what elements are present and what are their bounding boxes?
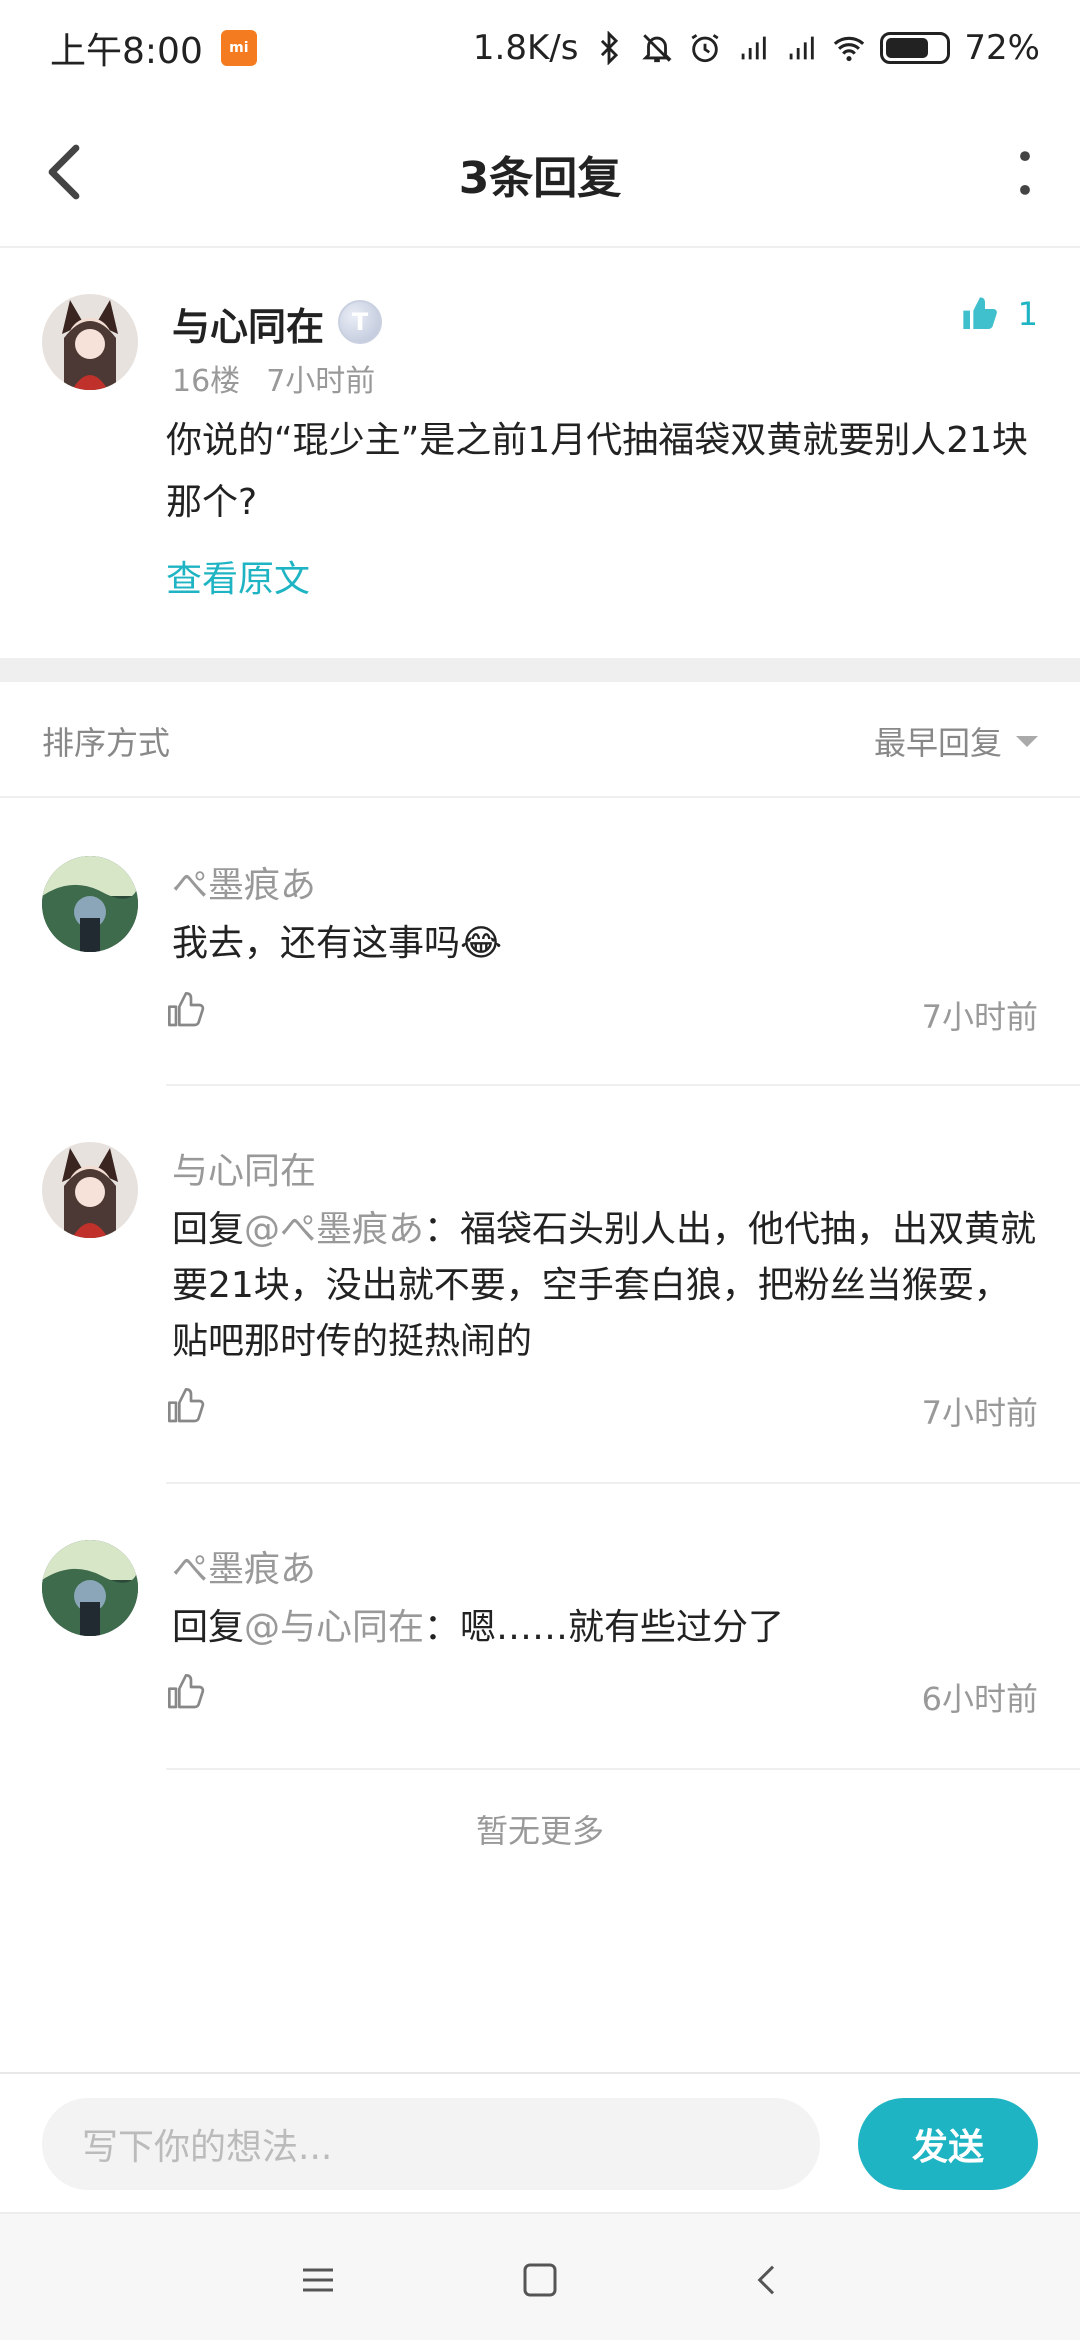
reply-author[interactable]: 与心同在 (172, 1142, 316, 1194)
reply-item: 与心同在 回复@ぺ墨痕あ：福袋石头别人出，他代抽，出双黄就要21块，没出就不要，… (0, 1086, 1080, 1484)
xiaomi-badge-icon: mi (220, 30, 257, 66)
bluetooth-icon (601, 31, 619, 65)
section-divider (0, 658, 1080, 682)
no-more-label: 暂无更多 (475, 1812, 604, 1850)
thumbs-up-icon[interactable] (166, 990, 206, 1030)
avatar[interactable] (42, 294, 138, 390)
avatar[interactable] (42, 856, 138, 952)
thumbs-up-icon (962, 297, 997, 329)
reply-separator (166, 1768, 1080, 1770)
alarm-icon (691, 34, 719, 63)
reply-item: ぺ墨痕あ 回复@与心同在：嗯……就有些过分了 6小时前 (0, 1484, 1080, 1770)
reply-author[interactable]: ぺ墨痕あ (172, 1540, 316, 1592)
top-nav-bar: 3条回复 (0, 96, 1080, 248)
reply-time: 7小时前 (921, 998, 1038, 1036)
reply-time: 6小时前 (921, 1680, 1038, 1718)
mention-link[interactable]: @ぺ墨痕あ (244, 1209, 424, 1250)
thumbs-up-icon[interactable] (166, 1386, 206, 1426)
status-time: 上午8:00 (50, 31, 203, 72)
floor-number: 16楼 (172, 364, 241, 399)
more-vertical-icon[interactable] (1010, 150, 1040, 196)
net-speed: 1.8K/s (472, 28, 579, 68)
reply-time: 7小时前 (921, 1394, 1038, 1432)
battery-percent: 72% (964, 28, 1040, 68)
avatar[interactable] (42, 1540, 138, 1636)
wifi-icon (834, 36, 865, 62)
status-bar: 上午8:00 mi 1.8K/s 72% (0, 0, 1080, 96)
comment-author[interactable]: 与心同在 (172, 296, 324, 351)
thumbs-up-icon[interactable] (166, 1672, 206, 1712)
comment-time: 7小时前 (266, 364, 376, 399)
avatar[interactable] (42, 1142, 138, 1238)
dropdown-triangle-icon (1016, 735, 1038, 747)
status-icons: 1.8K/s 72% (473, 28, 1040, 68)
level-badge-icon: T (338, 300, 382, 344)
reply-text: 回复@ぺ墨痕あ：福袋石头别人出，他代抽，出双黄就要21块，没出就不要，空手套白狼… (172, 1202, 1042, 1370)
sort-selected-value: 最早回复 (873, 724, 1002, 762)
sort-label: 排序方式 (42, 724, 171, 762)
like-count: 1 (1017, 295, 1038, 333)
signal-icon (742, 36, 767, 60)
menu-icon[interactable] (298, 2260, 338, 2300)
reply-author[interactable]: ぺ墨痕あ (172, 856, 316, 908)
reply-text: 回复@与心同在：嗯……就有些过分了 (172, 1600, 1042, 1656)
mention-link[interactable]: @与心同在 (244, 1607, 424, 1648)
reply-body: ：嗯……就有些过分了 (424, 1607, 785, 1648)
back-icon[interactable] (748, 2260, 788, 2300)
mute-bell-icon (642, 34, 673, 63)
page-title: 3条回复 (458, 153, 622, 204)
reply-detail-screen: 上午8:00 mi 1.8K/s 72% 3条回复 与心同在 T 1 16楼 7… (0, 0, 1080, 2340)
comment-input[interactable]: 写下你的想法... (42, 2098, 820, 2190)
sort-dropdown[interactable]: 最早回复 (874, 718, 1038, 764)
reply-prefix: 回复 (172, 1209, 245, 1250)
view-original-link[interactable]: 查看原文 (166, 550, 310, 602)
composer-bar: 写下你的想法... 发送 (0, 2072, 1080, 2212)
original-comment: 与心同在 T 1 16楼 7小时前 你说的“琨少主”是之前1月代抽福袋双黄就要别人… (0, 250, 1080, 658)
send-button[interactable]: 发送 (858, 2098, 1038, 2190)
reply-item: ぺ墨痕あ 我去，还有这事吗😂 7小时前 (0, 800, 1080, 1086)
system-nav-bar (0, 2212, 1080, 2340)
reply-text: 我去，还有这事吗😂 (172, 923, 503, 964)
reply-prefix: 回复 (172, 1607, 245, 1648)
signal-icon-2 (790, 36, 815, 60)
battery-icon (880, 32, 951, 64)
like-button[interactable]: 1 (960, 294, 1038, 334)
home-icon[interactable] (520, 2260, 560, 2300)
sort-bar: 排序方式 最早回复 (0, 682, 1080, 798)
comment-meta: 16楼 7小时前 (172, 356, 375, 400)
comment-text: 你说的“琨少主”是之前1月代抽福袋双黄就要别人21块那个? (166, 420, 1029, 523)
